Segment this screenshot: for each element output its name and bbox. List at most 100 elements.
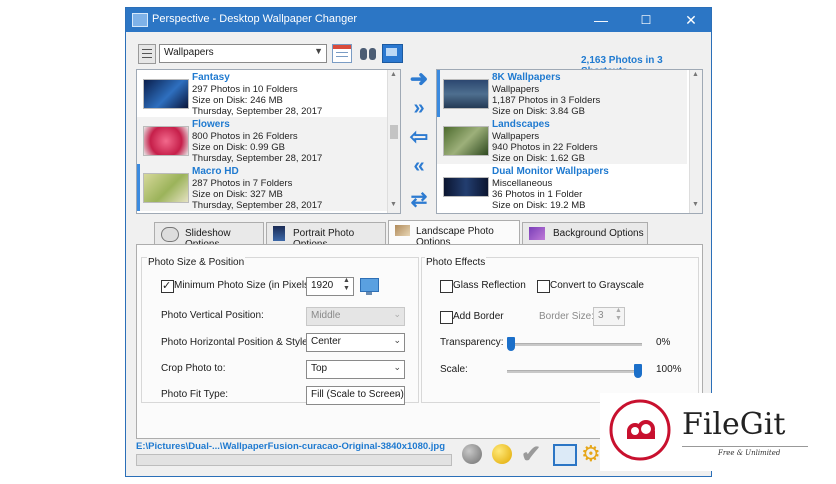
list-view-icon[interactable] [138,44,156,64]
minimize-button[interactable]: — [581,8,621,32]
vertical-position-value: Middle [311,310,341,321]
preview-window-icon[interactable] [553,444,577,466]
right-list-scrollbar[interactable]: ▲ ▼ [689,70,702,213]
tab-background-options[interactable]: Background Options [522,222,648,245]
monitor-icon[interactable] [360,278,379,295]
shortcut-folder-value: Wallpapers [164,47,214,58]
remove-all-shortcuts-button[interactable]: « [406,155,432,177]
fit-type-select[interactable]: Fill (Scale to Screen) ⌄ [306,386,405,405]
left-list-scrollbar[interactable]: ▲ ▼ [387,70,400,213]
active-shortcuts-list[interactable]: 8K Wallpapers Wallpapers 1,187 Photos in… [436,69,703,214]
item-date: Thursday, September 28, 2017 [192,106,323,117]
selection-indicator [137,164,140,211]
fit-type-value: Fill (Scale to Screen) [311,389,404,400]
scroll-thumb[interactable] [390,125,398,139]
remove-shortcut-button[interactable]: ⇦ [406,126,432,148]
window-title: Perspective - Desktop Wallpaper Changer [152,13,358,25]
scale-value: 100% [656,364,682,375]
item-size: Size on Disk: 19.2 MB [492,200,586,211]
tab-landscape-photo-options[interactable]: Landscape Photo Options [388,220,520,248]
grayscale-label: Convert to Grayscale [550,280,644,291]
list-item[interactable]: Flowers 800 Photos in 26 Folders Size on… [137,117,387,164]
item-size: Size on Disk: 1.62 GB [492,153,585,164]
close-button[interactable]: ✕ [671,8,711,32]
calendar-icon[interactable] [332,44,352,63]
tab-slideshow-options[interactable]: Slideshow Options [154,222,264,250]
slideshow-icon [161,227,179,242]
crop-value: Top [311,363,328,374]
item-category: Wallpapers [492,131,540,142]
scroll-down-icon[interactable]: ▼ [390,201,397,208]
item-category: Wallpapers [492,84,540,95]
add-all-shortcuts-button[interactable]: » [406,97,432,119]
selection-indicator [437,70,440,117]
item-date: Thursday, September 28, 2017 [192,153,323,164]
item-date: Thursday, September 28, 2017 [192,200,323,211]
current-wallpaper-path[interactable]: E:\Pictures\Dual-...\WallpaperFusion-cur… [136,441,445,452]
item-photo-count: 1,187 Photos in 3 Folders [492,95,601,106]
min-size-stepper[interactable]: 1920 ▲ ▼ [306,277,354,296]
scale-label: Scale: [440,364,468,375]
pause-button[interactable] [492,444,512,464]
list-item[interactable]: 8K Wallpapers Wallpapers 1,187 Photos in… [437,70,687,117]
background-icon [529,227,545,240]
spin-up-icon: ▲ [615,307,622,314]
app-icon [132,13,148,27]
landscapes-thumbnail [443,126,489,156]
tab-portrait-photo-options[interactable]: Portrait Photo Options [266,222,386,250]
add-border-checkbox[interactable] [440,311,453,324]
item-photo-count: 36 Photos in 1 Folder [492,189,583,200]
scroll-up-icon[interactable]: ▲ [692,71,699,78]
min-size-checkbox[interactable] [161,279,174,293]
8k-wallpapers-thumbnail [443,79,489,109]
binoculars-icon[interactable] [359,44,377,61]
tab-label: Background Options [553,228,644,239]
shortcut-folder-combo[interactable]: Wallpapers ▼ [159,44,327,63]
scale-slider-thumb[interactable] [634,364,642,378]
grayscale-checkbox[interactable] [537,280,550,293]
item-category: Miscellaneous [492,178,553,189]
fit-type-label: Photo Fit Type: [161,389,229,400]
list-item[interactable]: Macro HD 287 Photos in 7 Folders Size on… [137,164,387,211]
horizontal-position-select[interactable]: Center ⌄ [306,333,405,352]
border-size-stepper: 3 ▲ ▼ [593,307,625,326]
photo-effects-group [421,257,699,403]
list-item[interactable]: Fantasy 297 Photos in 10 Folders Size on… [137,70,387,117]
preview-screen-icon[interactable] [382,44,403,63]
border-size-label: Border Size: [539,311,595,322]
landscape-icon [395,225,410,236]
stop-button[interactable] [462,444,482,464]
spin-down-icon[interactable]: ▼ [343,285,350,292]
scroll-up-icon[interactable]: ▲ [390,71,397,78]
maximize-button[interactable]: ☐ [626,8,666,32]
add-shortcut-button[interactable]: ➜ [406,68,432,90]
crop-label: Crop Photo to: [161,363,226,374]
crop-select[interactable]: Top ⌄ [306,360,405,379]
transparency-label: Transparency: [440,337,504,348]
item-size: Size on Disk: 327 MB [192,189,283,200]
photo-effects-group-title: Photo Effects [425,257,487,268]
scroll-down-icon[interactable]: ▼ [692,201,699,208]
checkmark-icon[interactable]: ✔ [521,440,541,469]
transparency-slider-thumb[interactable] [507,337,515,351]
scale-slider[interactable] [507,370,642,373]
horizontal-position-label: Photo Horizontal Position & Style: [161,337,311,348]
glass-reflection-checkbox[interactable] [440,280,453,293]
gear-icon[interactable]: ⚙ [581,441,601,467]
item-photo-count: 287 Photos in 7 Folders [192,178,293,189]
list-item[interactable]: Dual Monitor Wallpapers Miscellaneous 36… [437,164,687,211]
transparency-value: 0% [656,337,671,348]
chevron-down-icon: ⌄ [393,388,401,398]
spin-up-icon[interactable]: ▲ [343,277,350,284]
add-border-label: Add Border [453,311,504,322]
vertical-position-select: Middle ⌄ [306,307,405,326]
list-item[interactable]: Landscapes Wallpapers 940 Photos in 22 F… [437,117,687,164]
watermark-divider [682,446,808,447]
swap-icon[interactable]: ⇄ [406,189,432,211]
vertical-position-label: Photo Vertical Position: [161,310,264,321]
item-size: Size on Disk: 246 MB [192,95,283,106]
transparency-slider[interactable] [507,343,642,346]
watermark-tagline: Free & Unlimited [718,449,781,457]
available-shortcuts-list[interactable]: Fantasy 297 Photos in 10 Folders Size on… [136,69,401,214]
slideshow-progress-bar [136,454,452,466]
